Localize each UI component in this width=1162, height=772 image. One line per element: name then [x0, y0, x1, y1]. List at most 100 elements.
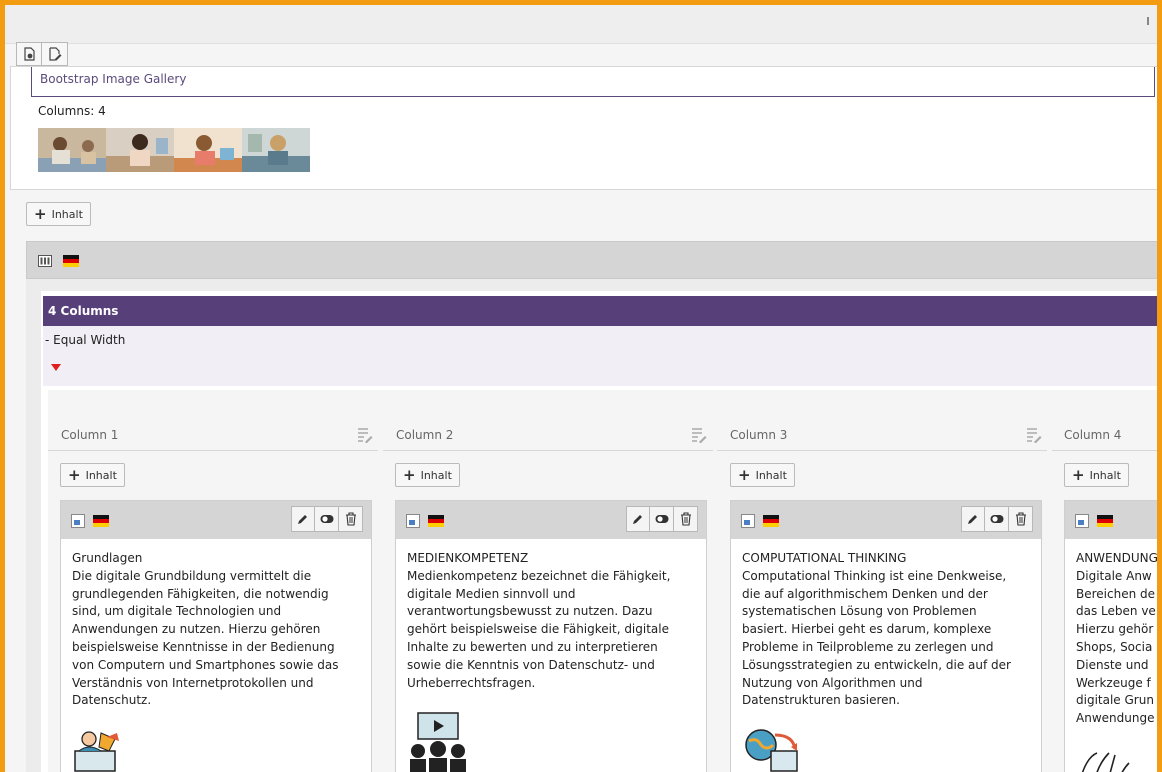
collapse-toggle-icon[interactable] — [51, 364, 61, 371]
content-element-header — [731, 501, 1041, 539]
column-divider — [717, 450, 1047, 451]
add-content-label: Inhalt — [755, 468, 787, 482]
column-edit-icon[interactable] — [691, 427, 707, 443]
add-content-label: Inhalt — [1089, 468, 1121, 482]
pencil-icon — [968, 515, 977, 524]
edit-button[interactable] — [961, 506, 985, 532]
content-text: Digitale Anw Bereichen de das Leben ve H… — [1076, 568, 1156, 726]
content-element-card: ANWENDUNG Digitale Anw Bereichen de das … — [1064, 500, 1157, 772]
add-content-label: Inhalt — [51, 207, 83, 221]
plus-icon: + — [1072, 465, 1085, 484]
edit-button[interactable] — [291, 506, 315, 532]
view-icon — [24, 47, 35, 61]
toggle-icon — [655, 515, 668, 523]
german-flag-icon — [763, 515, 779, 527]
toggle-visibility-button[interactable] — [315, 506, 339, 532]
content-heading: COMPUTATIONAL THINKING — [742, 551, 907, 565]
add-content-label: Inhalt — [420, 468, 452, 482]
content-illustration — [1081, 752, 1130, 772]
content-element-header — [1065, 501, 1157, 539]
plus-icon: + — [738, 465, 751, 484]
content-text: Die digitale Grundbildung vermittelt die… — [72, 568, 339, 708]
german-flag-icon — [1097, 515, 1113, 527]
content-element-actions — [291, 506, 363, 532]
column-title: Column 2 — [396, 428, 454, 442]
edit-page-icon — [48, 47, 61, 61]
toggle-icon — [990, 515, 1003, 523]
delete-button[interactable] — [674, 506, 698, 532]
content-element-actions — [961, 506, 1033, 532]
add-content-button[interactable]: + Inhalt — [60, 463, 125, 487]
gallery-thumbnail[interactable] — [174, 128, 242, 172]
content-text: Medienkompetenz bezeichnet die Fähigkeit… — [407, 568, 671, 690]
gallery-thumbnail[interactable] — [38, 128, 106, 172]
content-illustration — [745, 729, 798, 772]
content-illustration — [410, 712, 466, 772]
column-divider — [48, 450, 378, 451]
column-edit-icon[interactable] — [1026, 427, 1042, 443]
add-content-button[interactable]: + Inhalt — [26, 202, 91, 226]
grid-element-header — [26, 241, 1157, 279]
gallery-thumbnails — [38, 128, 310, 172]
content-element-header — [61, 501, 371, 539]
content-element-body: ANWENDUNG Digitale Anw Bereichen de das … — [1076, 550, 1157, 728]
grid-title-bar: 4 Columns — [43, 296, 1157, 326]
toggle-visibility-button[interactable] — [985, 506, 1009, 532]
plus-icon: + — [68, 465, 81, 484]
page-module: Bootstrap Image Gallery Columns: 4 + Inh… — [5, 5, 1157, 772]
add-content-button[interactable]: + Inhalt — [730, 463, 795, 487]
grid-subtitle: - Equal Width — [45, 333, 126, 347]
trash-icon — [345, 512, 356, 526]
german-flag-icon — [428, 515, 444, 527]
gallery-thumbnail[interactable] — [106, 128, 174, 172]
grid-element-icon — [38, 255, 52, 267]
toggle-icon — [320, 515, 333, 523]
grid-title: 4 Columns — [48, 304, 119, 318]
view-page-button[interactable] — [16, 42, 42, 66]
view-toolbar — [16, 42, 68, 66]
top-strip-marker — [1147, 17, 1149, 25]
german-flag-icon — [93, 515, 109, 527]
content-element-body: MEDIENKOMPETENZ Medienkompetenz bezeichn… — [407, 550, 699, 692]
grid-description-area — [43, 326, 1157, 386]
pencil-icon — [298, 515, 307, 524]
text-media-icon — [71, 514, 85, 528]
content-text: Computational Thinking ist eine Denkweis… — [742, 568, 1011, 708]
content-element-body: COMPUTATIONAL THINKING Computational Thi… — [742, 550, 1034, 710]
delete-button[interactable] — [1009, 506, 1033, 532]
gallery-thumbnail[interactable] — [242, 128, 310, 172]
text-media-icon — [741, 514, 755, 528]
content-heading: Grundlagen — [72, 551, 143, 565]
column-title: Column 4 — [1064, 428, 1122, 442]
gallery-header[interactable]: Bootstrap Image Gallery — [31, 67, 1155, 97]
column-title: Column 3 — [730, 428, 788, 442]
top-strip — [5, 5, 1157, 44]
content-illustration — [74, 731, 119, 772]
gallery-title: Bootstrap Image Gallery — [40, 72, 187, 86]
plus-icon: + — [403, 465, 416, 484]
column-divider — [383, 450, 713, 451]
trash-icon — [680, 512, 691, 526]
edit-button[interactable] — [626, 506, 650, 532]
column-title: Column 1 — [61, 428, 119, 442]
add-content-button[interactable]: + Inhalt — [395, 463, 460, 487]
add-content-label: Inhalt — [85, 468, 117, 482]
column-divider — [1052, 450, 1157, 451]
content-heading: MEDIENKOMPETENZ — [407, 551, 529, 565]
column-edit-icon[interactable] — [357, 427, 373, 443]
gallery-columns-info: Columns: 4 — [38, 104, 106, 118]
content-heading: ANWENDUNG — [1076, 551, 1157, 565]
pencil-icon — [633, 515, 642, 524]
german-flag-icon — [63, 255, 79, 267]
content-element-card: Grundlagen Die digitale Grundbildung ver… — [60, 500, 372, 772]
content-element-card: MEDIENKOMPETENZ Medienkompetenz bezeichn… — [395, 500, 707, 772]
text-media-icon — [406, 514, 420, 528]
edit-page-button[interactable] — [42, 42, 68, 66]
add-content-button[interactable]: + Inhalt — [1064, 463, 1129, 487]
content-element-body: Grundlagen Die digitale Grundbildung ver… — [72, 550, 364, 710]
trash-icon — [1015, 512, 1026, 526]
delete-button[interactable] — [339, 506, 363, 532]
toggle-visibility-button[interactable] — [650, 506, 674, 532]
content-element-actions — [626, 506, 698, 532]
text-media-icon — [1075, 514, 1089, 528]
